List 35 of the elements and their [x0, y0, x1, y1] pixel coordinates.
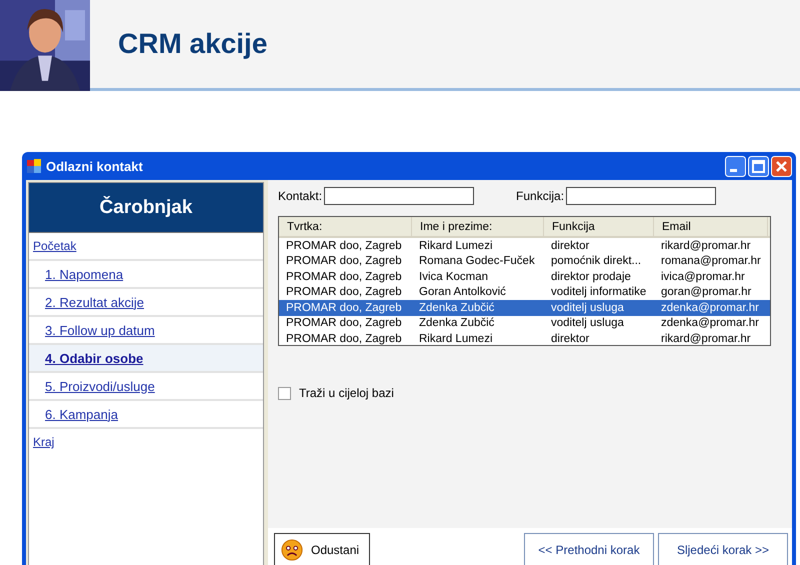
cancel-button[interactable]: Odustani	[274, 532, 370, 565]
step-link[interactable]: 2. Rezultat akcije	[45, 294, 144, 310]
filter-label: Kontakt:	[278, 189, 322, 203]
column-header[interactable]: Ime i prezime:	[412, 217, 544, 236]
maximize-icon[interactable]	[748, 156, 769, 176]
input-field[interactable]	[324, 187, 474, 205]
table-row[interactable]: PROMAR doo, Zagreb Goran Antolković voditelj informatike goran@promar.hr	[279, 284, 770, 300]
app-icon	[26, 158, 42, 174]
wizard-header: Čarobnjak	[29, 183, 263, 233]
slide-title: CRM akcije	[118, 28, 268, 60]
sad-face-icon	[281, 539, 303, 561]
table-row[interactable]: PROMAR doo, Zagreb Rikard Lumezi direktor rikard@promar.hr	[279, 331, 770, 345]
step-link[interactable]: 6. Kampanja	[45, 406, 118, 422]
input-field[interactable]	[566, 187, 716, 205]
filter-label: Funkcija:	[516, 189, 564, 203]
previous-button[interactable]: << Prethodni korak	[524, 532, 654, 565]
step-link[interactable]: Kraj	[33, 435, 54, 449]
step-link[interactable]: 5. Proizvodi/usluge	[45, 378, 155, 394]
table-row[interactable]: PROMAR doo, Zagreb Zdenka Zubčić voditelj usluga zdenka@promar.hr	[279, 300, 770, 316]
table-row[interactable]: PROMAR doo, Zagreb Romana Godec-Fuček pomoćnik direkt... romana@promar.hr	[279, 254, 770, 269]
column-header[interactable]: Email	[654, 217, 768, 236]
table-row[interactable]: PROMAR doo, Zagreb Rikard Lumezi direktor rikard@promar.hr	[279, 238, 770, 254]
next-button[interactable]: Sljedeći korak >>	[658, 532, 788, 565]
minimize-icon[interactable]	[725, 156, 746, 176]
window-title: Odlazni kontakt	[46, 158, 144, 174]
step-link[interactable]: Početak	[33, 239, 76, 253]
column-header[interactable]: Tvrtka:	[279, 217, 412, 236]
close-icon[interactable]	[771, 156, 792, 176]
checkbox[interactable]	[278, 386, 291, 400]
table-row[interactable]: PROMAR doo, Zagreb Zdenka Zubčić voditelj usluga zdenka@promar.hr	[279, 316, 770, 331]
column-header[interactable]: Funkcija	[544, 217, 654, 236]
step-link[interactable]: 1. Napomena	[45, 266, 124, 282]
step-link[interactable]: 3. Follow up datum	[45, 322, 155, 338]
checkbox-label: Traži u cijeloj bazi	[299, 386, 394, 400]
table-row[interactable]: PROMAR doo, Zagreb Ivica Kocman direktor prodaje ivica@promar.hr	[279, 269, 770, 284]
